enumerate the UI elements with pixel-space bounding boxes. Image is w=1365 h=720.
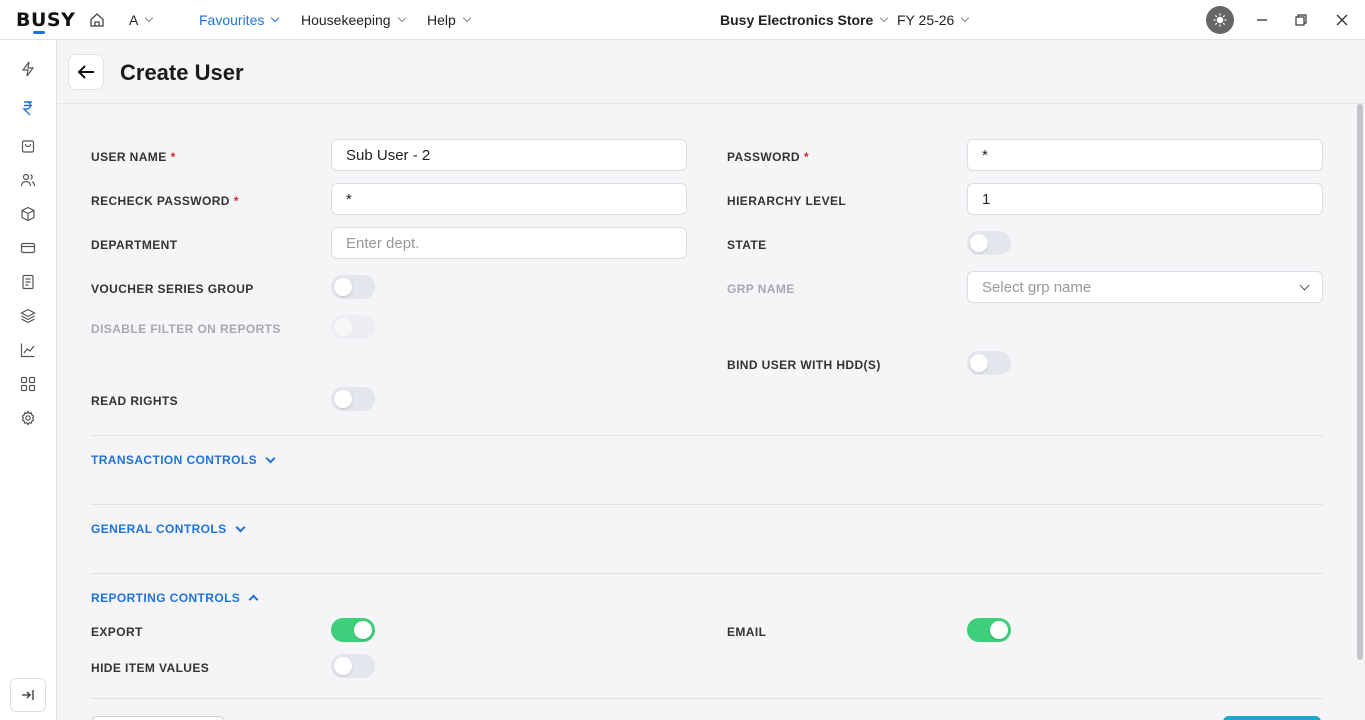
menu-favourites-label: Favourites — [199, 12, 265, 28]
sidebar — [0, 40, 57, 720]
email-label: EMAIL — [727, 625, 767, 639]
disable-filter-label: DISABLE FILTER ON REPORTS — [91, 322, 281, 336]
arrow-left-icon — [77, 65, 94, 79]
scrollbar[interactable] — [1357, 104, 1363, 660]
chevron-down-icon — [1299, 280, 1310, 291]
lightning-icon[interactable] — [18, 59, 38, 79]
divider — [91, 573, 1323, 574]
card-icon[interactable] — [18, 238, 38, 258]
department-label: DEPARTMENT — [91, 238, 178, 252]
grp-name-placeholder: Select grp name — [982, 278, 1092, 296]
chevron-down-icon — [397, 13, 406, 23]
grid-icon[interactable] — [18, 374, 38, 394]
close-icon[interactable] — [1332, 10, 1352, 30]
menu-help-label: Help — [427, 12, 456, 28]
user-menu[interactable]: A — [129, 12, 154, 28]
divider — [91, 435, 1323, 436]
grp-name-label: GRP NAME — [727, 282, 795, 296]
recheck-password-label: RECHECK PASSWORD * — [91, 194, 239, 208]
hierarchy-level-input[interactable]: 1 — [967, 183, 1323, 215]
state-toggle[interactable] — [967, 231, 1011, 255]
page-header: Create User — [57, 40, 1365, 104]
general-controls-label: GENERAL CONTROLS — [91, 522, 227, 536]
restore-icon[interactable] — [1291, 10, 1311, 30]
menu-help[interactable]: Help — [427, 12, 472, 28]
company-name: Busy Electronics Store — [720, 12, 874, 28]
divider — [91, 504, 1323, 505]
shopping-bag-icon[interactable] — [18, 136, 38, 156]
reporting-controls-toggle[interactable]: REPORTING CONTROLS — [91, 591, 259, 605]
grp-name-select[interactable]: Select grp name — [967, 271, 1323, 303]
hide-item-values-label: HIDE ITEM VALUES — [91, 661, 210, 675]
recheck-password-input[interactable]: * — [331, 183, 687, 215]
transaction-controls-toggle[interactable]: TRANSACTION CONTROLS — [91, 453, 276, 467]
divider — [91, 698, 1323, 699]
chevron-down-icon — [880, 13, 889, 23]
hide-item-values-toggle[interactable] — [331, 654, 375, 678]
theme-toggle-button[interactable] — [1206, 6, 1234, 34]
busy-logo: BUSY — [16, 9, 76, 31]
cancel-button[interactable] — [91, 716, 225, 720]
page-title: Create User — [120, 60, 244, 85]
user-initial: A — [129, 12, 139, 28]
users-icon[interactable] — [18, 170, 38, 190]
voucher-series-group-toggle[interactable] — [331, 275, 375, 299]
export-toggle[interactable] — [331, 618, 375, 642]
read-rights-label: READ RIGHTS — [91, 394, 179, 408]
user-name-input[interactable]: Sub User - 2 — [331, 139, 687, 171]
sun-icon — [1213, 13, 1227, 27]
menu-housekeeping-label: Housekeeping — [301, 12, 391, 28]
document-icon[interactable] — [18, 272, 38, 292]
chevron-down-icon — [265, 453, 276, 463]
gear-icon[interactable] — [18, 408, 38, 428]
department-input[interactable]: Enter dept. — [331, 227, 687, 259]
password-input[interactable]: * — [967, 139, 1323, 171]
fy-selector[interactable]: FY 25-26 — [897, 12, 970, 28]
bind-user-hdd-toggle[interactable] — [967, 351, 1011, 375]
voucher-series-group-label: VOUCHER SERIES GROUP — [91, 282, 254, 296]
menu-housekeeping[interactable]: Housekeeping — [301, 12, 406, 28]
fy-label: FY 25-26 — [897, 12, 955, 28]
reporting-controls-label: REPORTING CONTROLS — [91, 591, 241, 605]
export-label: EXPORT — [91, 625, 143, 639]
user-name-label: USER NAME * — [91, 150, 176, 164]
chart-icon[interactable] — [18, 340, 38, 360]
bind-user-hdd-label: BIND USER WITH HDD(S) — [727, 358, 881, 372]
chevron-down-icon — [462, 13, 472, 23]
email-toggle[interactable] — [967, 618, 1011, 642]
home-icon[interactable] — [87, 10, 107, 30]
chevron-up-icon — [248, 594, 259, 605]
save-button[interactable] — [1223, 716, 1321, 720]
collapse-sidebar-button[interactable] — [10, 678, 46, 712]
state-label: STATE — [727, 238, 767, 252]
minimize-icon[interactable] — [1252, 10, 1272, 30]
general-controls-toggle[interactable]: GENERAL CONTROLS — [91, 522, 245, 536]
cube-icon[interactable] — [18, 204, 38, 224]
layers-icon[interactable] — [18, 306, 38, 326]
company-selector[interactable]: Busy Electronics Store — [720, 12, 889, 28]
chevron-down-icon — [961, 13, 970, 23]
chevron-down-icon — [145, 13, 154, 23]
chevron-down-icon — [235, 522, 245, 532]
read-rights-toggle[interactable] — [331, 387, 375, 411]
hierarchy-level-label: HIERARCHY LEVEL — [727, 194, 847, 208]
transaction-controls-label: TRANSACTION CONTROLS — [91, 453, 257, 467]
disable-filter-toggle — [331, 315, 375, 339]
rupee-icon[interactable] — [18, 98, 38, 118]
top-bar: BUSY A Favourites Housekeeping Help Busy… — [0, 0, 1365, 40]
arrow-right-bar-icon — [22, 690, 34, 700]
chevron-down-icon — [271, 13, 280, 23]
menu-favourites[interactable]: Favourites — [199, 12, 280, 28]
password-label: PASSWORD * — [727, 150, 810, 164]
back-button[interactable] — [68, 54, 104, 90]
